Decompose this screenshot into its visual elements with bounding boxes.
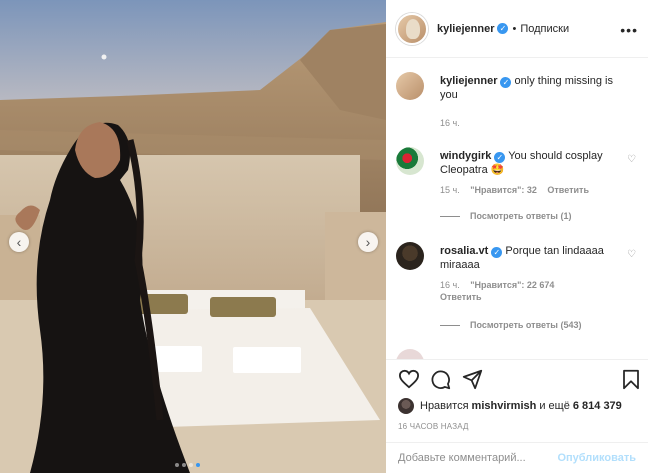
- liker-avatar: [398, 398, 414, 414]
- carousel-dots: [175, 463, 200, 467]
- avatar[interactable]: [396, 349, 424, 359]
- verified-icon: ✓: [500, 77, 512, 88]
- post-photo[interactable]: ‹ ›: [0, 0, 386, 473]
- comment-icon[interactable]: [430, 369, 451, 390]
- caption-meta: 16 ч.: [440, 118, 468, 128]
- comment-username[interactable]: rosalia.vt: [440, 245, 488, 257]
- caption-username[interactable]: kyliejenner: [440, 75, 497, 87]
- comment-meta: 16 ч. "Нравится": 22 674: [440, 280, 562, 290]
- comment-username[interactable]: windygirk: [440, 150, 491, 162]
- comment-like-heart-icon[interactable]: ♡: [627, 249, 636, 260]
- avatar[interactable]: [396, 242, 424, 270]
- share-icon[interactable]: [462, 369, 483, 390]
- post-comment-button[interactable]: Опубликовать: [557, 452, 636, 464]
- carousel-dot: [189, 463, 193, 467]
- carousel-dot-active: [196, 463, 200, 467]
- likes-prefix: Нравится: [420, 400, 469, 412]
- comment-body: rosalia.vt ✓ Porque tan lindaaaa miraaaa: [440, 244, 618, 272]
- comment-like-heart-icon[interactable]: ♡: [627, 154, 636, 165]
- verified-icon: ✓: [497, 23, 509, 34]
- comment-likes[interactable]: "Нравится": 32: [470, 185, 537, 195]
- likes-count[interactable]: 6 814 379: [573, 400, 622, 412]
- instagram-post: ‹ › kyliejenner ✓ • Подписки ••• kylieje…: [0, 0, 648, 473]
- comment-time: 15 ч.: [440, 185, 460, 195]
- bookmark-icon[interactable]: [622, 369, 640, 390]
- comment-time: 16 ч.: [440, 280, 460, 290]
- verified-icon: ✓: [494, 152, 506, 163]
- photo-illustration: [0, 0, 386, 473]
- post-timestamp: 16 ЧАСОВ НАЗАД: [398, 422, 469, 431]
- comment-likes[interactable]: "Нравится": 22 674: [470, 280, 554, 290]
- ellipsis-icon[interactable]: •••: [620, 22, 638, 38]
- carousel-prev-button[interactable]: ‹: [9, 232, 29, 252]
- carousel-dot: [175, 463, 179, 467]
- likes-summary[interactable]: Нравится mishvirmish и ещё 6 814 379: [398, 398, 625, 414]
- header-separator: •: [512, 22, 517, 35]
- liked-by-user[interactable]: mishvirmish: [472, 400, 537, 412]
- header-username[interactable]: kyliejenner: [437, 23, 494, 35]
- comments-list: kyliejenner ✓ only thing missing is you 1…: [386, 58, 648, 359]
- avatar[interactable]: [396, 72, 424, 100]
- caption-body: kyliejenner ✓ only thing missing is you: [440, 74, 618, 102]
- post-side-panel: kyliejenner ✓ • Подписки ••• kyliejenner…: [386, 0, 648, 473]
- comment-meta-reply: Ответить: [440, 292, 490, 302]
- reply-button[interactable]: Ответить: [440, 292, 482, 302]
- carousel-next-button[interactable]: ›: [358, 232, 378, 252]
- carousel-dot: [182, 463, 186, 467]
- reply-button[interactable]: Ответить: [547, 185, 589, 195]
- comment-body: windygirk ✓ You should cosplay Cleopatra …: [440, 149, 618, 177]
- following-button[interactable]: Подписки: [520, 23, 569, 35]
- caption-time: 16 ч.: [440, 118, 460, 128]
- heart-icon[interactable]: [398, 369, 420, 389]
- post-header: kyliejenner ✓ • Подписки •••: [386, 0, 648, 58]
- avatar[interactable]: [396, 12, 428, 45]
- view-replies-button[interactable]: Посмотреть ответы (1): [440, 211, 571, 221]
- likes-and: и ещё: [539, 400, 570, 412]
- add-comment-bar: Опубликовать: [386, 442, 648, 473]
- verified-icon: ✓: [491, 247, 503, 258]
- comment-meta: 15 ч. "Нравится": 32 Ответить: [440, 185, 597, 195]
- post-actions: Нравится mishvirmish и ещё 6 814 379 16 …: [386, 359, 648, 455]
- view-replies-button[interactable]: Посмотреть ответы (543): [440, 320, 582, 330]
- comment-input[interactable]: [398, 452, 558, 464]
- avatar[interactable]: [396, 147, 424, 175]
